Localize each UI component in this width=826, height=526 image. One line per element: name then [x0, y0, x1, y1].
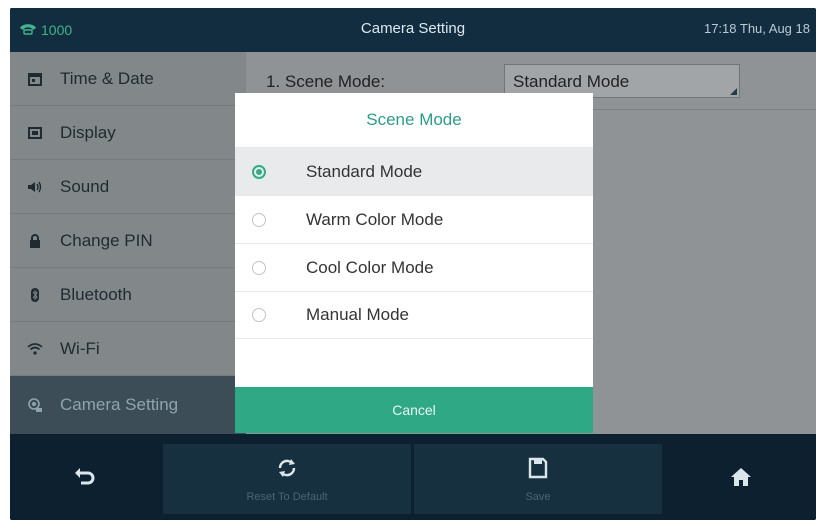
sidebar-item-time-date[interactable]: Time & Date	[10, 52, 246, 106]
home-button[interactable]	[666, 444, 816, 514]
option-label: Standard Mode	[306, 161, 423, 181]
phone-screen: 1000 Camera Setting 17:18 Thu, Aug 18 Ti…	[10, 8, 816, 520]
sidebar-item-display[interactable]: Display	[10, 106, 246, 160]
wifi-icon	[26, 340, 44, 358]
cancel-button[interactable]: Cancel	[235, 387, 593, 433]
sidebar-item-wifi[interactable]: Wi-Fi	[10, 322, 246, 376]
save-icon	[526, 456, 550, 485]
scene-mode-dialog: Scene Mode Standard Mode Warm Color Mode…	[235, 93, 593, 433]
option-warm-color-mode[interactable]: Warm Color Mode	[235, 195, 593, 243]
calendar-icon	[26, 70, 44, 88]
bluetooth-icon	[26, 286, 44, 304]
sidebar-item-camera-setting[interactable]: Camera Setting	[10, 376, 246, 434]
settings-sidebar: Time & Date Display Sound Change PIN Blu…	[10, 52, 246, 434]
sidebar-item-bluetooth[interactable]: Bluetooth	[10, 268, 246, 322]
sidebar-item-label: Sound	[60, 176, 110, 196]
back-arrow-icon	[73, 465, 97, 494]
display-icon	[26, 124, 44, 142]
refresh-icon	[275, 456, 299, 485]
scene-mode-value: Standard Mode	[513, 72, 630, 91]
sidebar-item-label: Display	[60, 122, 116, 142]
softkey-bar: Reset To Default Save	[10, 434, 816, 520]
reset-label: Reset To Default	[246, 490, 328, 503]
reset-to-default-button[interactable]: Reset To Default	[163, 444, 411, 514]
dialog-title: Scene Mode	[366, 110, 462, 129]
radio-selected-icon	[252, 164, 266, 179]
sidebar-item-label: Change PIN	[60, 230, 153, 250]
sidebar-item-label: Time & Date	[60, 68, 154, 88]
save-button[interactable]: Save	[414, 444, 662, 514]
option-cool-color-mode[interactable]: Cool Color Mode	[235, 243, 593, 291]
option-manual-mode[interactable]: Manual Mode	[235, 291, 593, 339]
option-standard-mode[interactable]: Standard Mode	[235, 147, 593, 195]
sidebar-item-label: Camera Setting	[60, 395, 179, 414]
radio-unselected-icon	[252, 308, 266, 322]
dropdown-corner-icon	[730, 88, 737, 95]
scene-mode-label: 1. Scene Mode:	[266, 72, 386, 91]
radio-unselected-icon	[252, 260, 266, 275]
back-button[interactable]	[10, 444, 160, 514]
sidebar-item-change-pin[interactable]: Change PIN	[10, 214, 246, 268]
status-bar: 1000 Camera Setting 17:18 Thu, Aug 18	[10, 8, 816, 52]
option-label: Warm Color Mode	[306, 209, 444, 229]
radio-unselected-icon	[252, 212, 266, 227]
date-time: 17:18 Thu, Aug 18	[703, 21, 810, 36]
sidebar-item-sound[interactable]: Sound	[10, 160, 246, 214]
option-label: Manual Mode	[306, 305, 410, 324]
camera-setting-icon	[26, 396, 44, 414]
save-label: Save	[525, 490, 551, 503]
speaker-icon	[26, 178, 44, 196]
sidebar-item-label: Wi-Fi	[60, 338, 100, 358]
sidebar-item-label: Bluetooth	[60, 284, 132, 304]
option-label: Cool Color Mode	[306, 257, 434, 277]
home-icon	[729, 465, 753, 494]
page-title: Camera Setting	[360, 20, 466, 37]
lock-icon	[26, 232, 44, 250]
